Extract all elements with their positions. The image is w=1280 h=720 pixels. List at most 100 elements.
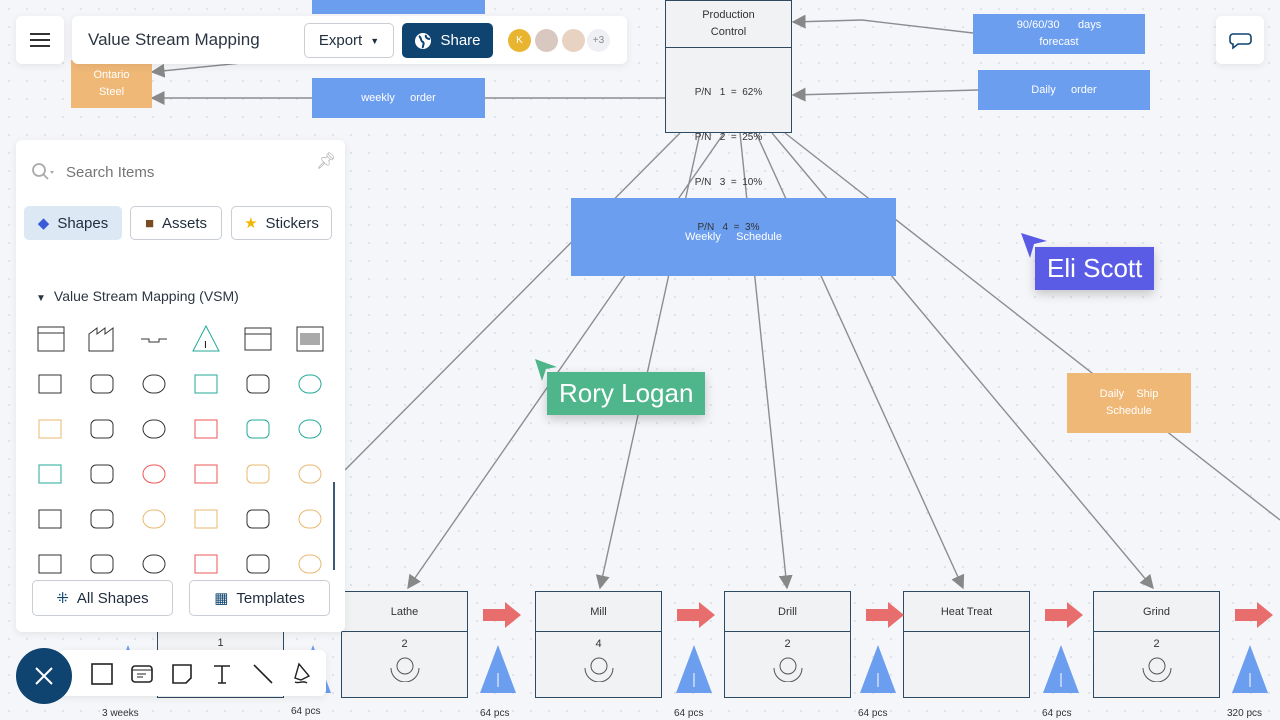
vsm-shape-icon[interactable] xyxy=(24,496,76,541)
vsm-shape-icon[interactable] xyxy=(180,541,232,586)
vsm-shape-icon[interactable] xyxy=(232,451,284,496)
operator-icon xyxy=(584,657,613,682)
sticky-note-tool-icon[interactable] xyxy=(171,663,193,685)
vsm-shape-icon[interactable] xyxy=(128,316,180,361)
vsm-shape-icon[interactable] xyxy=(24,361,76,406)
vsm-shape-icon[interactable] xyxy=(284,406,336,451)
section-header[interactable]: ▼ Value Stream Mapping (VSM) xyxy=(36,288,239,304)
vsm-shape-icon[interactable] xyxy=(128,361,180,406)
process-name: Grind xyxy=(1094,592,1219,632)
daily-order-box[interactable]: Daily order xyxy=(978,70,1150,110)
vsm-shape-icon[interactable] xyxy=(284,316,336,361)
process-count: 2 xyxy=(401,638,408,650)
top-shape[interactable] xyxy=(312,0,485,14)
vsm-shape-icon[interactable] xyxy=(76,316,128,361)
process-box[interactable]: Heat Treat xyxy=(903,591,1030,698)
vsm-shape-icon[interactable] xyxy=(128,541,180,586)
process-name: Mill xyxy=(536,592,661,632)
shape-grid: I xyxy=(24,316,336,586)
line-tool-icon[interactable] xyxy=(252,663,274,685)
tab-label: Assets xyxy=(162,214,208,232)
top-bar: Value Stream Mapping Export ▼ Share K +3 xyxy=(72,16,627,64)
vsm-shape-icon[interactable] xyxy=(180,496,232,541)
inventory-label: 64 pcs xyxy=(291,706,321,717)
pn-line: P/N 3 = 10% xyxy=(694,177,763,188)
push-arrow-icon xyxy=(483,602,521,628)
vsm-shape-icon[interactable] xyxy=(128,451,180,496)
vsm-shape-icon[interactable] xyxy=(24,451,76,496)
tab-shapes[interactable]: ◆ Shapes xyxy=(24,206,122,240)
forecast-box[interactable]: 90/60/30 days forecast xyxy=(973,14,1145,54)
vsm-shape-icon[interactable] xyxy=(24,406,76,451)
daily-ship-schedule-box[interactable]: Daily Ship Schedule xyxy=(1067,373,1191,433)
avatar[interactable] xyxy=(562,29,585,52)
inventory-triangle-icon[interactable] xyxy=(674,643,714,693)
comments-button[interactable] xyxy=(1216,16,1264,64)
weekly-order-box[interactable]: weekly order xyxy=(312,78,485,118)
menu-button[interactable] xyxy=(16,16,64,64)
production-control-box[interactable]: Production Control P/N 1 = 62% P/N 2 = 2… xyxy=(665,0,792,233)
share-label: Share xyxy=(440,32,481,49)
supplier-box[interactable]: Ontario Steel xyxy=(71,60,152,108)
card-tool-icon[interactable] xyxy=(131,664,153,684)
grid-icon: ⁜ xyxy=(56,590,69,607)
vsm-shape-icon[interactable] xyxy=(76,406,128,451)
inventory-triangle-icon[interactable] xyxy=(858,643,898,693)
process-count: 2 xyxy=(784,638,791,650)
vsm-shape-icon[interactable] xyxy=(76,541,128,586)
vsm-shape-icon[interactable] xyxy=(76,496,128,541)
process-count: 1 xyxy=(217,637,224,649)
vsm-shape-icon[interactable] xyxy=(24,316,76,361)
process-box[interactable]: Grind 2 xyxy=(1093,591,1220,698)
inventory-triangle-icon[interactable] xyxy=(478,643,518,693)
process-box[interactable]: Drill 2 xyxy=(724,591,851,698)
vsm-shape-icon[interactable] xyxy=(232,361,284,406)
pn-line: P/N 4 = 3% xyxy=(697,222,760,233)
process-box[interactable]: Mill 4 xyxy=(535,591,662,698)
vsm-shape-icon[interactable] xyxy=(232,406,284,451)
vsm-shape-icon[interactable] xyxy=(180,361,232,406)
pen-tool-icon[interactable] xyxy=(291,662,313,686)
vsm-shape-icon[interactable] xyxy=(24,541,76,586)
push-arrow-icon xyxy=(866,602,904,628)
pn-line: P/N 1 = 62% xyxy=(694,87,763,98)
vsm-shape-icon[interactable] xyxy=(180,451,232,496)
process-count: 4 xyxy=(595,638,602,650)
vsm-shape-icon[interactable] xyxy=(232,541,284,586)
export-button[interactable]: Export ▼ xyxy=(304,23,394,58)
vsm-shape-icon[interactable] xyxy=(180,406,232,451)
document-title[interactable]: Value Stream Mapping xyxy=(88,30,260,50)
vsm-shape-icon[interactable] xyxy=(284,496,336,541)
inventory-triangle-icon[interactable] xyxy=(1041,643,1081,693)
collaborator-cursor-label: Rory Logan xyxy=(547,372,706,415)
button-label: All Shapes xyxy=(76,589,149,607)
hamburger-icon xyxy=(30,33,50,47)
search-input[interactable] xyxy=(66,160,296,184)
tab-stickers[interactable]: ★ Stickers xyxy=(231,206,332,240)
pin-icon[interactable]: 📌︎ xyxy=(316,151,336,171)
avatar[interactable]: K xyxy=(508,29,531,52)
vsm-shape-icon[interactable] xyxy=(284,361,336,406)
vsm-shape-icon[interactable] xyxy=(284,451,336,496)
vsm-shape-icon[interactable] xyxy=(128,496,180,541)
process-name: Lathe xyxy=(342,592,467,632)
process-box[interactable]: Lathe 2 xyxy=(341,591,468,698)
push-arrow-icon xyxy=(1235,602,1273,628)
rectangle-tool-icon[interactable] xyxy=(91,663,113,685)
share-button[interactable]: Share xyxy=(402,23,493,58)
inventory-triangle-icon[interactable] xyxy=(1230,643,1270,693)
tab-assets[interactable]: ■ Assets xyxy=(130,206,222,240)
button-label: Templates xyxy=(236,589,305,607)
vsm-shape-icon[interactable] xyxy=(128,406,180,451)
vsm-shape-icon[interactable] xyxy=(284,541,336,586)
vsm-shape-icon[interactable] xyxy=(232,496,284,541)
avatar[interactable] xyxy=(535,29,558,52)
tab-label: Stickers xyxy=(265,214,319,232)
more-collaborators[interactable]: +3 xyxy=(587,29,610,52)
vsm-shape-icon[interactable] xyxy=(76,451,128,496)
close-toolbar-button[interactable] xyxy=(16,648,72,704)
vsm-shape-icon[interactable]: I xyxy=(180,316,232,361)
vsm-shape-icon[interactable] xyxy=(76,361,128,406)
vsm-shape-icon[interactable] xyxy=(232,316,284,361)
text-tool-icon[interactable] xyxy=(212,663,232,685)
